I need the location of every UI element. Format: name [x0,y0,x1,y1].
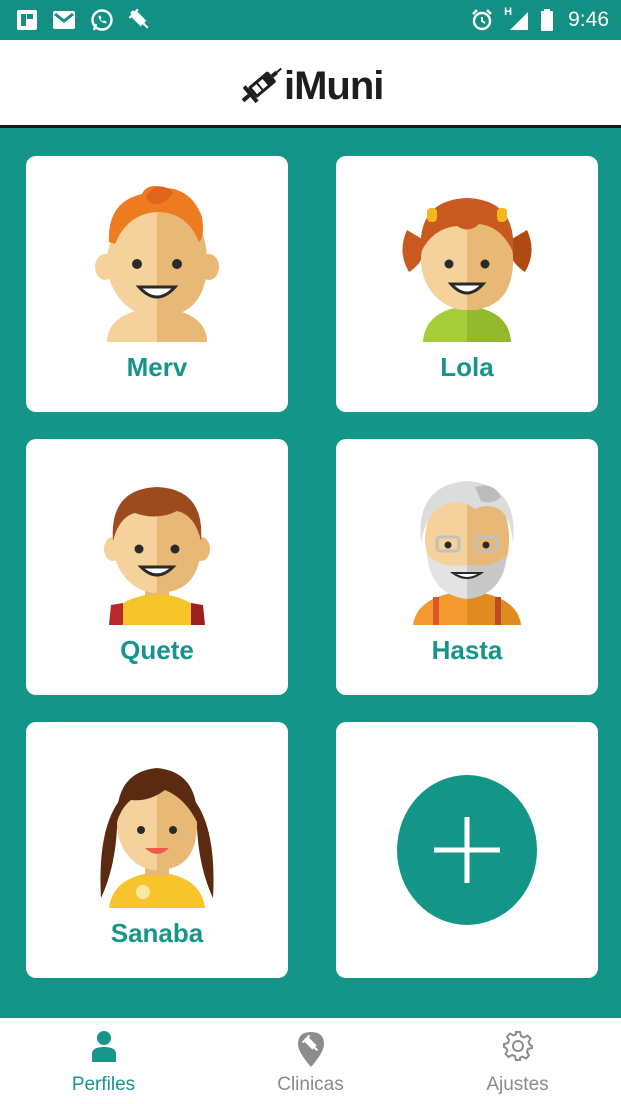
profile-card-sanaba[interactable]: Sanaba [26,722,288,978]
tab-label: Ajustes [486,1074,549,1095]
profile-name: Lola [440,352,494,382]
profile-name: Quete [120,635,194,665]
profile-card-hasta[interactable]: Hasta [336,439,598,695]
app-header: iMuni [0,40,621,128]
tab-clinicas[interactable]: Clinicas [207,1018,414,1104]
whatsapp-icon [91,9,113,31]
tab-perfiles[interactable]: Perfiles [0,1018,207,1104]
profile-card-quete[interactable]: Quete [26,439,288,695]
gear-icon [502,1031,533,1061]
alarm-icon [472,9,492,31]
app-logo: iMuni [236,58,384,114]
plus-icon [434,817,500,883]
profile-name: Merv [126,352,188,382]
profile-card-lola[interactable]: Lola [336,156,598,412]
tab-label: Perfiles [71,1074,136,1095]
status-bar-system: H 9:46 [470,6,609,32]
boy-avatar-icon [104,487,210,625]
signal-icon [510,12,529,30]
girl-avatar-icon [402,198,532,342]
battery-icon [541,9,554,31]
status-bar: H 9:46 [0,0,621,40]
profile-name: Sanaba [110,918,204,948]
baby-avatar-icon [95,186,219,342]
add-profile-card[interactable] [336,722,598,978]
app-title: iMuni [284,63,384,108]
woman-avatar-icon [100,768,214,908]
grandpa-avatar-icon [413,481,521,625]
gmail-icon [53,11,75,29]
syringe-icon [128,8,149,29]
add-profile-button[interactable] [397,775,537,925]
flipboard-icon [17,10,37,30]
tab-ajustes[interactable]: Ajustes [414,1018,621,1104]
map-pin-syringe-icon [297,1032,324,1067]
signal-indicator: H [504,6,530,32]
profiles-grid: Merv Lola Quete Hasta Sanaba [0,128,621,1018]
profile-card-merv[interactable]: Merv [26,156,288,412]
syringe-logo-icon [241,67,282,104]
status-bar-notifications [16,8,152,32]
person-icon [91,1031,116,1062]
profile-name: Hasta [431,635,503,665]
bottom-navigation: Perfiles Clinicas Ajustes [0,1018,621,1104]
tab-label: Clinicas [277,1074,344,1095]
status-time: 9:46 [568,8,609,31]
